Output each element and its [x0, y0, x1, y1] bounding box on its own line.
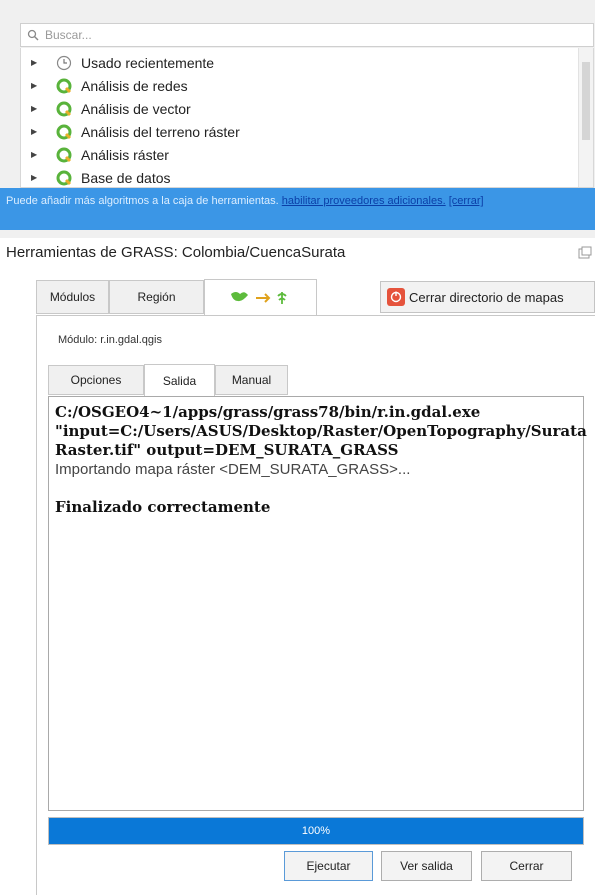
processing-toolbox-panel: ▶ Usado recientemente ▶ Análisis de rede… [0, 0, 595, 238]
algorithm-tree[interactable]: ▶ Usado recientemente ▶ Análisis de rede… [20, 48, 594, 188]
tree-item-label: Usado recientemente [81, 54, 215, 71]
progress-bar: 100% [48, 817, 584, 845]
grass-panel-title: Herramientas de GRASS: Colombia/CuencaSu… [6, 244, 346, 261]
search-icon [27, 29, 39, 41]
tree-item-label: Análisis de vector [81, 100, 191, 117]
float-panel-icon[interactable] [578, 246, 592, 260]
tree-scrollbar[interactable] [578, 48, 593, 187]
tree-item-database[interactable]: ▶ Base de datos [21, 166, 581, 187]
close-mapset-button[interactable]: Cerrar directorio de mapas [380, 281, 595, 313]
output-status: Finalizado correctamente [55, 498, 271, 516]
info-bar: Puede añadir más algoritmos a la caja de… [0, 188, 595, 230]
close-button[interactable]: Cerrar [481, 851, 572, 881]
tab-region[interactable]: Región [109, 280, 204, 314]
clock-icon [55, 54, 73, 72]
tab-modules[interactable]: Módulos [36, 280, 109, 314]
info-text: Puede añadir más algoritmos a la caja de… [6, 195, 279, 207]
subtab-output[interactable]: Salida [144, 364, 215, 396]
search-input[interactable] [43, 27, 567, 43]
qgis-icon [55, 100, 73, 118]
subtab-options[interactable]: Opciones [48, 365, 144, 395]
tab-module-run[interactable] [204, 279, 317, 315]
close-info-link[interactable]: [cerrar] [449, 195, 484, 207]
expand-arrow-icon[interactable]: ▶ [31, 127, 41, 136]
expand-arrow-icon[interactable]: ▶ [31, 104, 41, 113]
expand-arrow-icon[interactable]: ▶ [31, 173, 41, 182]
output-command: C:/OSGEO4~1/apps/grass/grass78/bin/r.in.… [55, 403, 587, 459]
view-output-button[interactable]: Ver salida [381, 851, 472, 881]
progress-text: 100% [301, 825, 331, 837]
enable-providers-link[interactable]: habilitar proveedores adicionales. [282, 195, 446, 207]
subtab-manual[interactable]: Manual [215, 365, 288, 395]
subtab-label: Salida [162, 373, 197, 388]
output-log[interactable]: C:/OSGEO4~1/apps/grass/grass78/bin/r.in.… [48, 396, 587, 811]
expand-arrow-icon[interactable]: ▶ [31, 81, 41, 90]
subtab-label: Manual [231, 373, 272, 387]
expand-arrow-icon[interactable]: ▶ [31, 58, 41, 67]
run-button[interactable]: Ejecutar [284, 851, 373, 881]
output-message: Importando mapa ráster <DEM_SURATA_GRASS… [55, 461, 411, 478]
button-label: Cerrar [509, 859, 544, 873]
module-name-label: Módulo: r.in.gdal.qgis [58, 334, 162, 346]
tree-item-network[interactable]: ▶ Análisis de redes [21, 74, 581, 97]
subtab-label: Opciones [70, 373, 122, 387]
qgis-icon [55, 146, 73, 164]
tree-item-label: Análisis ráster [81, 146, 169, 163]
grass-module-icon [230, 291, 287, 304]
qgis-icon [55, 123, 73, 141]
close-mapset-icon [387, 288, 405, 306]
tree-item-label: Base de datos [81, 169, 171, 186]
qgis-icon [55, 77, 73, 95]
search-box[interactable] [20, 23, 594, 47]
tree-item-terrain[interactable]: ▶ Análisis del terreno ráster [21, 120, 581, 143]
tree-item-raster[interactable]: ▶ Análisis ráster [21, 143, 581, 166]
expand-arrow-icon[interactable]: ▶ [31, 150, 41, 159]
close-mapset-label: Cerrar directorio de mapas [409, 289, 564, 305]
qgis-icon [55, 169, 73, 187]
scrollbar-thumb[interactable] [582, 62, 590, 140]
tree-item-label: Análisis de redes [81, 77, 188, 94]
tree-item-vector[interactable]: ▶ Análisis de vector [21, 97, 581, 120]
tree-item-recent[interactable]: ▶ Usado recientemente [21, 51, 581, 74]
tree-item-label: Análisis del terreno ráster [81, 123, 240, 140]
tab-label: Región [137, 290, 176, 304]
button-label: Ejecutar [306, 859, 351, 873]
tab-label: Módulos [49, 290, 96, 304]
button-label: Ver salida [400, 859, 453, 873]
